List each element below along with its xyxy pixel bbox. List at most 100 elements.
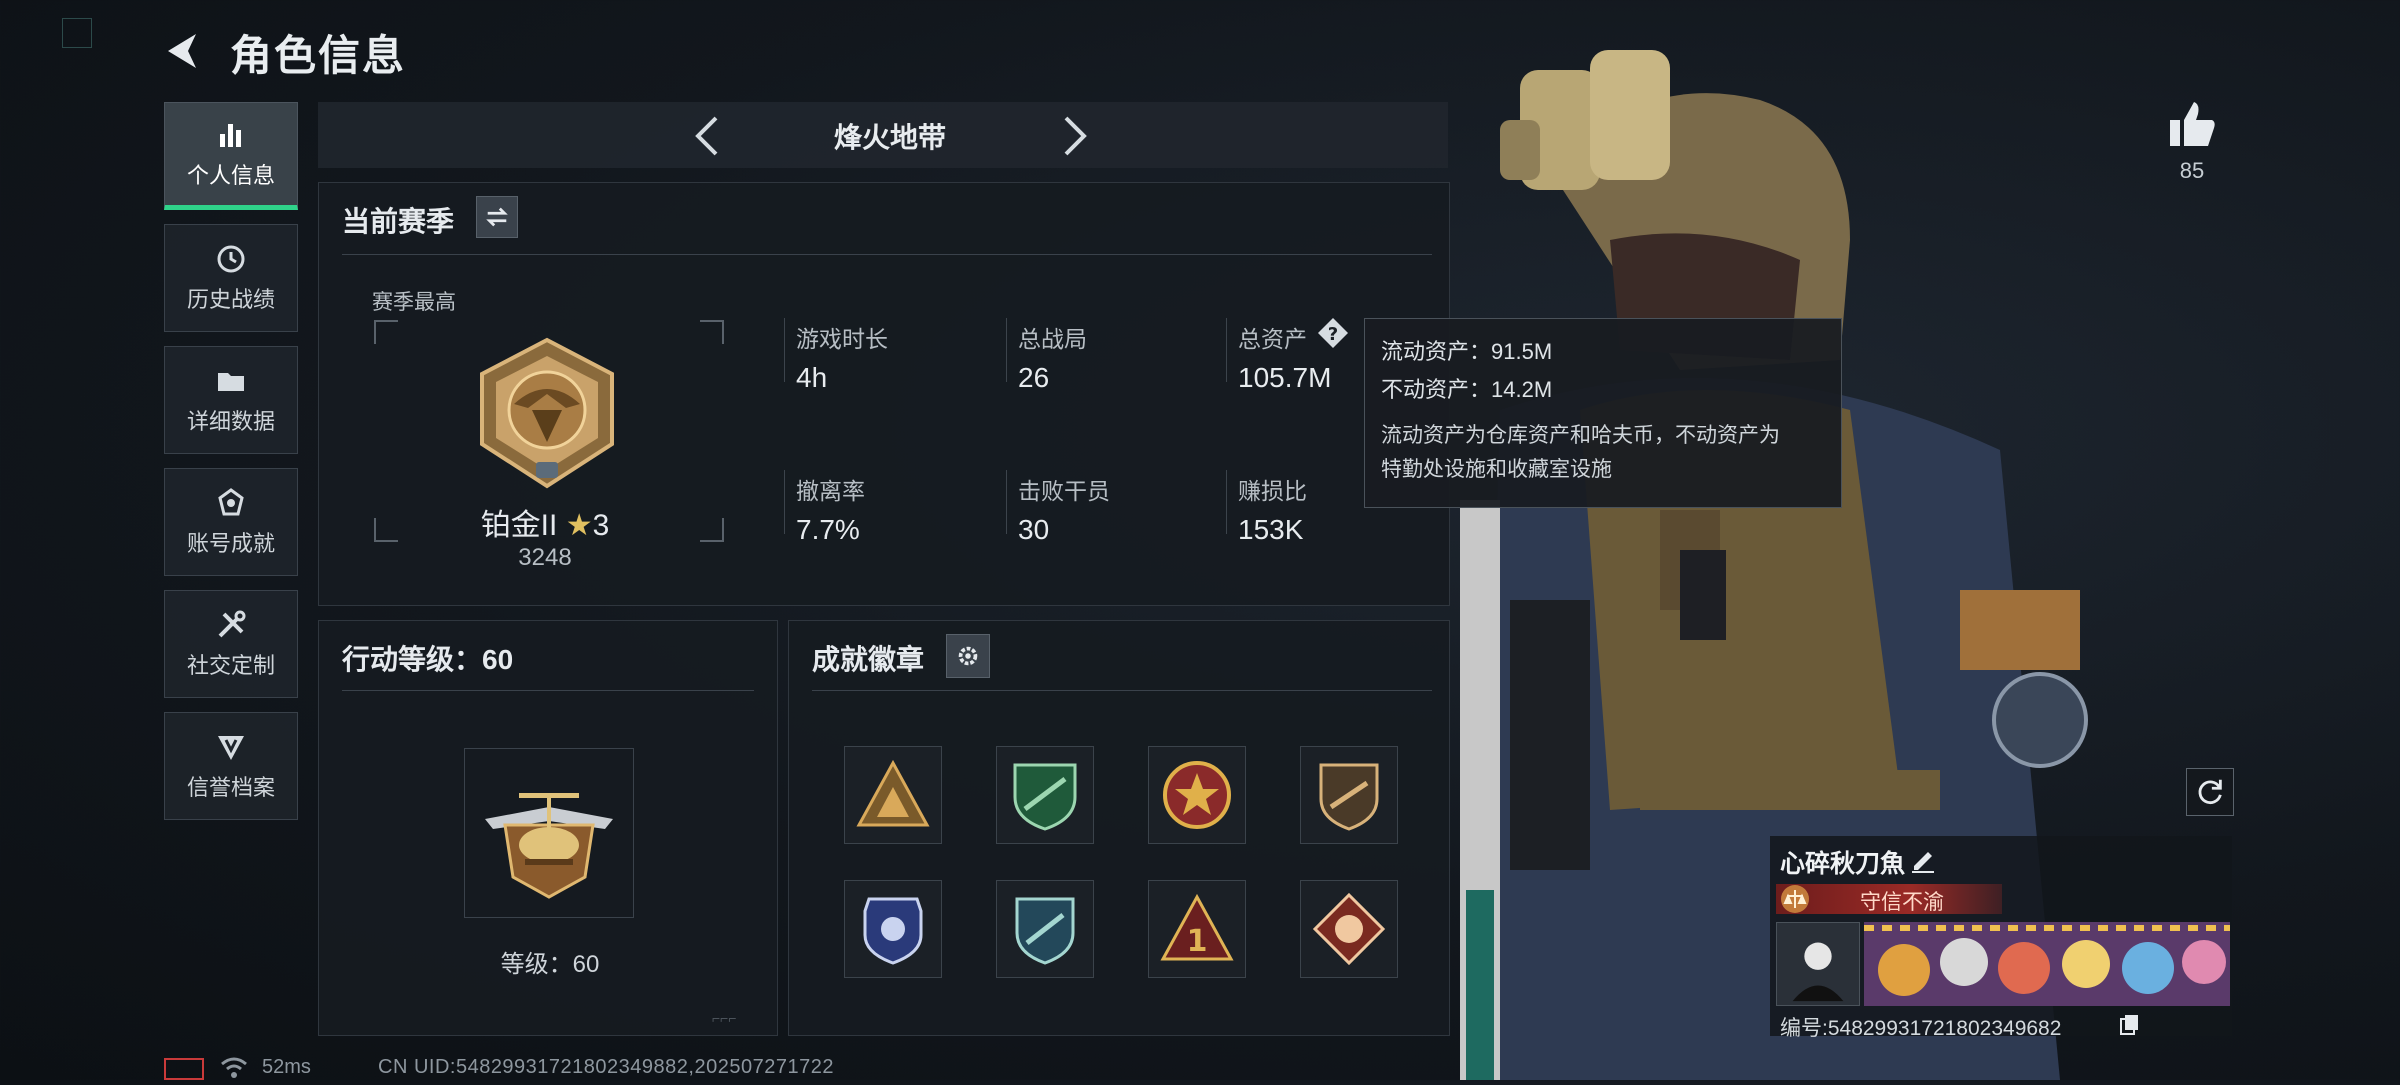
clock-icon: [217, 245, 245, 273]
stat-label-total-matches: 总战局: [1018, 326, 1087, 352]
stat-separator: [1226, 318, 1227, 382]
stat-separator: [784, 318, 785, 382]
nav-label: 账号成就: [186, 531, 275, 556]
stat-label-profit-ratio: 赚损比: [1238, 478, 1307, 504]
tooltip-fixed-assets: 不动资产：14.2M: [1381, 377, 1553, 402]
badges-title: 成就徽章: [812, 644, 925, 675]
level-label: 等级：60: [500, 951, 600, 978]
stat-value-total-assets: 105.7M: [1238, 362, 1332, 393]
refresh-icon: [2198, 779, 2222, 804]
bronze-sniper-shield-badge-icon: [1319, 763, 1379, 831]
player-name: 心碎秋刀魚: [1780, 850, 1906, 878]
assets-tooltip: 流动资产：91.5M 不动资产：14.2M 流动资产为仓库资产和哈夫币，不动资产…: [1364, 318, 1842, 508]
like-count: 85: [2179, 158, 2205, 183]
tools-icon: [218, 610, 246, 638]
stat-value-total-matches: 26: [1018, 362, 1050, 393]
corner-decoration: [62, 18, 92, 48]
help-icon[interactable]: ?: [1316, 316, 1350, 350]
nav-social-customize[interactable]: 社交定制: [164, 590, 298, 698]
divider: [342, 690, 754, 691]
page-title: 角色信息: [230, 32, 407, 79]
thumbs-up-icon[interactable]: [2166, 98, 2218, 150]
red-star-medal-badge-icon: [1163, 761, 1231, 829]
profile-banner-art[interactable]: [1864, 922, 2230, 1006]
badge-slot[interactable]: 1: [1148, 880, 1246, 978]
mode-title: 烽火地带: [833, 122, 946, 153]
scales-honor-icon: [1778, 882, 1812, 916]
red-diamond-beast-badge-icon: [1312, 892, 1386, 966]
nav-label: 历史战绩: [186, 287, 275, 312]
honor-title: 守信不渝: [1860, 891, 1944, 914]
stat-label-extract-rate: 撤离率: [796, 478, 865, 504]
stat-label-total-assets: 总资产: [1238, 326, 1307, 352]
tooltip-description-line1: 流动资产为仓库资产和哈夫币，不动资产为: [1381, 424, 1780, 447]
stat-separator: [1006, 318, 1007, 382]
rank-name: 铂金II ★3: [430, 500, 660, 544]
edit-pencil-icon[interactable]: [1908, 844, 1938, 874]
rank-score: 3248: [518, 544, 572, 571]
divider: [342, 254, 1432, 255]
blue-police-badge-icon: [863, 897, 923, 965]
player-id: 编号:5482993172180234968​2: [1780, 1017, 2062, 1040]
divider: [812, 690, 1432, 691]
level-emblem-frame[interactable]: [464, 748, 634, 918]
rank-eagle-emblem-icon: [462, 334, 632, 492]
sidebar-nav: 个人信息 历史战绩 详细数据 账号成就 社交定制 信誉档案: [164, 102, 300, 834]
stat-value-profit-ratio: 153K: [1238, 514, 1304, 545]
stat-value-playtime: 4h: [796, 362, 828, 393]
season-switch-button[interactable]: [476, 196, 518, 238]
gear-icon: [958, 646, 978, 666]
stat-separator: [1226, 470, 1227, 534]
svg-text:?: ?: [1328, 324, 1338, 345]
nav-account-achievements[interactable]: 账号成就: [164, 468, 298, 576]
blue-green-shield-badge-icon: [1015, 897, 1075, 965]
nav-personal-info[interactable]: 个人信息: [164, 102, 298, 210]
nav-credit-record[interactable]: 信誉档案: [164, 712, 298, 820]
badge-slot[interactable]: [1148, 746, 1246, 844]
badge-slot[interactable]: [996, 880, 1094, 978]
star-icon: ★: [565, 509, 593, 542]
nav-match-history[interactable]: 历史战绩: [164, 224, 298, 332]
rank-stars: 3: [592, 509, 610, 542]
stat-separator: [1006, 470, 1007, 534]
achievement-icon: [218, 488, 244, 516]
helicopter-emblem-icon: [485, 793, 613, 899]
battery-icon: [164, 1058, 204, 1080]
mode-prev-chevron-icon[interactable]: [678, 106, 738, 166]
season-best-label: 赛季最高: [372, 291, 456, 314]
shield-badge-icon: [218, 736, 244, 760]
stat-value-extract-rate: 7.7%: [796, 514, 860, 545]
refresh-button[interactable]: [2186, 768, 2234, 816]
badge-slot[interactable]: [844, 880, 942, 978]
mode-next-chevron-icon[interactable]: [1044, 106, 1104, 166]
triangle-squad-badge-icon: [856, 759, 930, 827]
svg-text:1: 1: [1187, 924, 1208, 959]
number-one-triangle-badge-icon: 1: [1160, 893, 1234, 961]
corner-marks: ⌐⌐⌐: [712, 1010, 737, 1026]
nav-detailed-data[interactable]: 详细数据: [164, 346, 298, 454]
nav-label: 社交定制: [186, 653, 275, 678]
rank-tier: 铂金II: [480, 509, 558, 542]
folder-icon: [218, 373, 244, 391]
season-title: 当前赛季: [342, 206, 455, 237]
badges-settings-button[interactable]: [946, 634, 990, 678]
badge-slot[interactable]: [844, 746, 942, 844]
stat-label-playtime: 游戏时长: [796, 326, 888, 352]
uid-line: CN UID:5482993172180234988​2,20250727172…: [378, 1056, 834, 1078]
stat-value-kills: 30: [1018, 514, 1050, 545]
action-level-title: 行动等级：60: [342, 644, 514, 675]
tooltip-liquid-assets: 流动资产：91.5M: [1381, 339, 1553, 364]
tooltip-description-line2: 特勤处设施和收藏室设施: [1381, 458, 1612, 481]
green-rifle-shield-badge-icon: [1013, 763, 1077, 831]
stat-label-kills: 击败干员: [1018, 478, 1110, 504]
copy-icon[interactable]: [2118, 1012, 2142, 1036]
stat-separator: [784, 470, 785, 534]
nav-label: 详细数据: [186, 409, 275, 434]
nav-label: 信誉档案: [186, 775, 275, 800]
badge-slot[interactable]: [996, 746, 1094, 844]
bar-chart-icon: [220, 124, 241, 147]
back-arrow-icon[interactable]: [160, 26, 210, 76]
wifi-icon: [220, 1054, 248, 1080]
nav-label: 个人信息: [186, 163, 275, 188]
avatar[interactable]: [1776, 922, 1860, 1006]
